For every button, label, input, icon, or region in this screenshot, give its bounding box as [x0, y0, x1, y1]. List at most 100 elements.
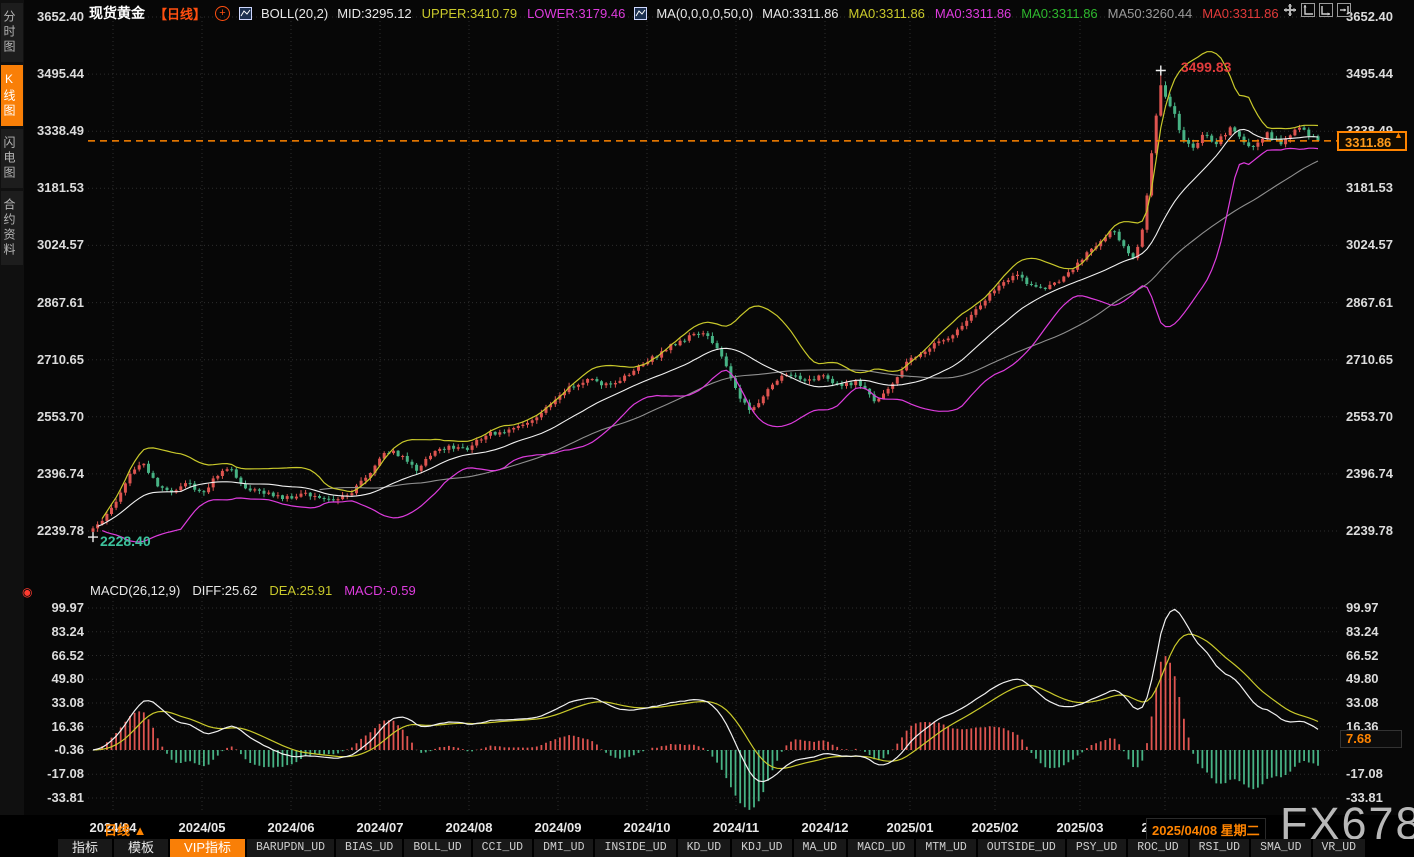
price-axis-label-left: 2396.74 [28, 466, 84, 481]
toolbar-tab-DMI_UD[interactable]: DMI_UD [534, 839, 593, 857]
x-axis-month-label: 2024/08 [446, 820, 493, 835]
crosshair-date-tooltip: 2025/04/08 星期二 [1146, 818, 1266, 841]
toolbar-tab-VIP指标[interactable]: VIP指标 [170, 839, 245, 857]
macd-label: MACD(26,12,9) [90, 583, 180, 598]
toolbar-tab-ROC_UD[interactable]: ROC_UD [1128, 839, 1187, 857]
toolbar-tab-OUTSIDE_UD[interactable]: OUTSIDE_UD [978, 839, 1065, 857]
macd-header: MACD(26,12,9) DIFF:25.62 DEA:25.91 MACD:-0… [90, 583, 416, 598]
ma-value-2: MA0:3311.86 [935, 6, 1011, 21]
toolbar-tab-RSI_UD[interactable]: RSI_UD [1190, 839, 1249, 857]
toolbar-tab-MA_UD[interactable]: MA_UD [794, 839, 847, 857]
x-axis-month-label: 2025/03 [1057, 820, 1104, 835]
toolbar-tab-CCI_UD[interactable]: CCI_UD [473, 839, 532, 857]
price-axis-label-left: 3495.44 [28, 66, 84, 81]
price-axis-label-left: 83.24 [28, 624, 84, 639]
current-macd-badge: 7.68 [1340, 730, 1402, 748]
toolbar-tab-INSIDE_UD[interactable]: INSIDE_UD [595, 839, 675, 857]
boll-value-0: MID:3295.12 [337, 6, 411, 21]
price-axis-label-left: -17.08 [28, 766, 84, 781]
x-axis-month-label: 2024/09 [535, 820, 582, 835]
x-axis-month-label: 2024/07 [357, 820, 404, 835]
x-axis-month-label: 2024/05 [179, 820, 226, 835]
price-axis-label-right: -17.08 [1346, 766, 1383, 781]
ma-indicator-icon[interactable] [634, 7, 647, 20]
price-arrow-icon[interactable]: ▲ [1394, 130, 1403, 140]
toolbar-tab-BARUPDN_UD[interactable]: BARUPDN_UD [247, 839, 334, 857]
toolbar-tab-模板[interactable]: 模板 [114, 839, 168, 857]
toolbar-tab-KDJ_UD[interactable]: KDJ_UD [732, 839, 791, 857]
price-axis-label-left: 2239.78 [28, 523, 84, 538]
x-axis-month-label: 2024/11 [713, 820, 759, 835]
toolbar-tab-PSY_UD[interactable]: PSY_UD [1067, 839, 1126, 857]
price-axis-label-left: 33.08 [28, 695, 84, 710]
trading-app-window: 分时图K线图闪电图合约资料 现货黄金 【日线】 + BOLL(20,2) MID… [0, 0, 1414, 857]
toolbar-tab-KD_UD[interactable]: KD_UD [678, 839, 731, 857]
price-axis-label-left: 3024.57 [28, 237, 84, 252]
price-axis-label-right: 66.52 [1346, 648, 1379, 663]
price-axis-label-left: 16.36 [28, 719, 84, 734]
x-axis-month-label: 2024/12 [802, 820, 849, 835]
price-axis-label-left: -0.36 [28, 742, 84, 757]
chart-canvas[interactable] [0, 0, 1414, 857]
ma-value-1: MA0:3311.86 [849, 6, 925, 21]
add-indicator-icon[interactable]: + [215, 6, 230, 21]
crosshair-move-icon[interactable] [1283, 3, 1297, 17]
price-axis-label-left: 2867.61 [28, 295, 84, 310]
x-axis-month-label: 2025/01 [887, 820, 934, 835]
indicator-header: 现货黄金 【日线】 + BOLL(20,2) MID:3295.12UPPER:… [89, 3, 1279, 23]
chart-tool-icons [1283, 3, 1351, 17]
toolbar-tab-BOLL_UD[interactable]: BOLL_UD [404, 839, 470, 857]
price-axis-label-right: 2710.65 [1346, 352, 1393, 367]
toolbar-tab-指标[interactable]: 指标 [58, 839, 112, 857]
macd-indicator-settings-icon[interactable]: ◉ [22, 585, 32, 599]
lowest-price-label: 2228.40 [100, 533, 151, 549]
macd-value-0: DIFF:25.62 [192, 583, 257, 598]
axis-zoom-vertical-icon[interactable] [1301, 3, 1315, 17]
bottom-toolbar: 指标模板VIP指标BARUPDN_UDBIAS_UDBOLL_UDCCI_UDD… [0, 839, 1414, 857]
boll-indicator-icon[interactable] [239, 7, 252, 20]
price-axis-label-right: 99.97 [1346, 600, 1379, 615]
toolbar-tab-BIAS_UD[interactable]: BIAS_UD [336, 839, 402, 857]
toolbar-tab-MTM_UD[interactable]: MTM_UD [916, 839, 975, 857]
period-tag[interactable]: 【日线】 [154, 4, 206, 23]
price-axis-label-left: 3181.53 [28, 180, 84, 195]
price-axis-label-right: 49.80 [1346, 671, 1379, 686]
macd-value-1: DEA:25.91 [269, 583, 332, 598]
price-axis-label-left: 3338.49 [28, 123, 84, 138]
ma-value-3: MA0:3311.86 [1021, 6, 1097, 21]
toolbar-tab-SMA_UD[interactable]: SMA_UD [1251, 839, 1310, 857]
price-axis-label-right: 2553.70 [1346, 409, 1393, 424]
ma-value-5: MA0:3311.86 [1202, 6, 1278, 21]
macd-value-2: MACD:-0.59 [344, 583, 416, 598]
scroll-to-latest-icon[interactable] [1337, 3, 1351, 17]
price-axis-label-left: 66.52 [28, 648, 84, 663]
ma-value-4: MA50:3260.44 [1108, 6, 1193, 21]
price-axis-label-left: 2710.65 [28, 352, 84, 367]
price-axis-label-right: 2396.74 [1346, 466, 1393, 481]
price-axis-label-left: -33.81 [28, 790, 84, 805]
price-axis-label-left: 2553.70 [28, 409, 84, 424]
ma-value-0: MA0:3311.86 [762, 6, 838, 21]
boll-label: BOLL(20,2) [261, 6, 328, 21]
price-axis-label-right: 3181.53 [1346, 180, 1393, 195]
symbol-name: 现货黄金 [89, 3, 145, 23]
toolbar-tab-MACD_UD[interactable]: MACD_UD [848, 839, 914, 857]
toolbar-tab-VR_UD[interactable]: VR_UD [1313, 839, 1366, 857]
ma-values: MA0:3311.86 MA0:3311.86 MA0:3311.86 MA0:331… [762, 6, 1278, 21]
price-axis-label-left: 3652.40 [28, 9, 84, 24]
x-axis-month-label: 2024/06 [268, 820, 315, 835]
price-axis-label-left: 49.80 [28, 671, 84, 686]
x-axis-month-label: 2024/10 [624, 820, 671, 835]
ma-label: MA(0,0,0,0,50,0) [656, 6, 753, 21]
price-axis-label-right: 33.08 [1346, 695, 1379, 710]
price-axis-label-left: 99.97 [28, 600, 84, 615]
price-axis-label-right: 2867.61 [1346, 295, 1393, 310]
price-axis-label-right: 2239.78 [1346, 523, 1393, 538]
boll-value-2: LOWER:3179.46 [527, 6, 625, 21]
x-axis-month-label: 2025/02 [972, 820, 1019, 835]
highest-price-label: 3499.83 [1181, 59, 1232, 75]
price-axis-label-right: 3495.44 [1346, 66, 1393, 81]
macd-values: DIFF:25.62 DEA:25.91 MACD:-0.59 [192, 583, 415, 598]
axis-zoom-horizontal-icon[interactable] [1319, 3, 1333, 17]
period-selector-button[interactable]: 日线 ▲ [104, 820, 146, 839]
